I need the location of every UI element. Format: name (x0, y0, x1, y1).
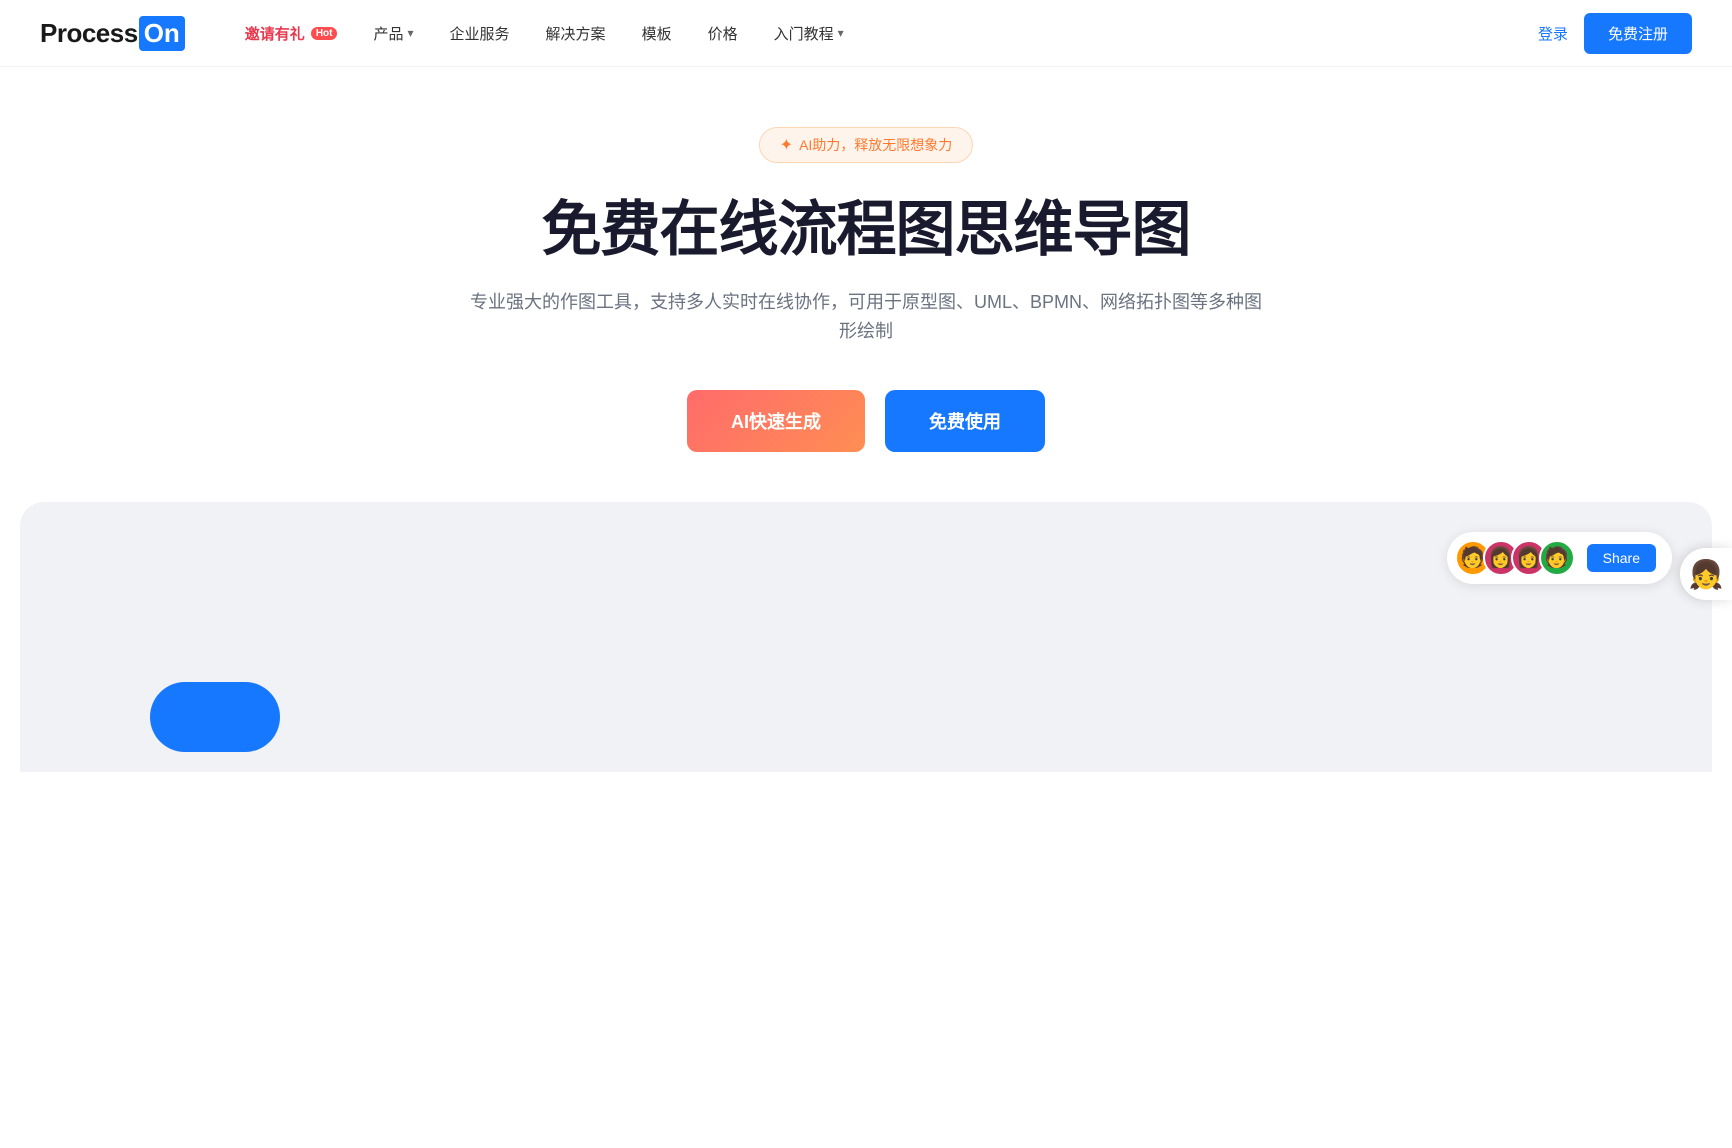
navbar: Process On 邀请有礼 Hot 产品 ▾ 企业服务 解决方案 模板 价格… (0, 0, 1732, 67)
logo-process: Process (40, 18, 138, 49)
sparkle-icon: ✦ (780, 135, 793, 155)
register-button[interactable]: 免费注册 (1584, 13, 1692, 54)
demo-blob-shape (150, 682, 280, 752)
nav-price[interactable]: 价格 (708, 23, 738, 44)
hero-title: 免费在线流程图思维导图 (542, 195, 1191, 264)
nav-links: 邀请有礼 Hot 产品 ▾ 企业服务 解决方案 模板 价格 入门教程 ▾ (245, 23, 1538, 44)
share-button[interactable]: Share (1587, 544, 1656, 572)
hero-section: ✦ AI助力，释放无限想象力 免费在线流程图思维导图 专业强大的作图工具，支持多… (0, 67, 1732, 502)
hero-buttons: AI快速生成 免费使用 (687, 390, 1045, 452)
avatar-4: 🧑 (1539, 540, 1575, 576)
share-bar: 🧑 👩 👩 🧑 Share (1447, 532, 1672, 584)
login-button[interactable]: 登录 (1538, 23, 1568, 44)
logo-on: On (139, 16, 185, 51)
float-chat-avatar[interactable]: 👧 (1680, 548, 1732, 600)
float-avatar-icon: 👧 (1689, 558, 1724, 591)
nav-enterprise[interactable]: 企业服务 (450, 23, 510, 44)
logo[interactable]: Process On (40, 16, 185, 51)
free-use-button[interactable]: 免费使用 (885, 390, 1045, 452)
product-chevron-icon: ▾ (408, 26, 414, 40)
nav-invite[interactable]: 邀请有礼 Hot (245, 23, 338, 44)
nav-actions: 登录 免费注册 (1538, 13, 1692, 54)
nav-invite-label: 邀请有礼 (245, 23, 305, 44)
ai-badge-text: AI助力，释放无限想象力 (799, 135, 952, 155)
hero-subtitle: 专业强大的作图工具，支持多人实时在线协作，可用于原型图、UML、BPMN、网络拓… (466, 288, 1266, 346)
nav-templates[interactable]: 模板 (642, 23, 672, 44)
nav-tutorial[interactable]: 入门教程 ▾ (774, 23, 844, 44)
nav-product[interactable]: 产品 ▾ (373, 23, 413, 44)
ai-badge: ✦ AI助力，释放无限想象力 (759, 127, 974, 163)
nav-solutions[interactable]: 解决方案 (546, 23, 606, 44)
hot-badge: Hot (311, 27, 338, 40)
avatar-group: 🧑 👩 👩 🧑 (1455, 540, 1575, 576)
demo-section: 🧑 👩 👩 🧑 Share (20, 502, 1712, 772)
ai-generate-button[interactable]: AI快速生成 (687, 390, 865, 452)
tutorial-chevron-icon: ▾ (838, 26, 844, 40)
